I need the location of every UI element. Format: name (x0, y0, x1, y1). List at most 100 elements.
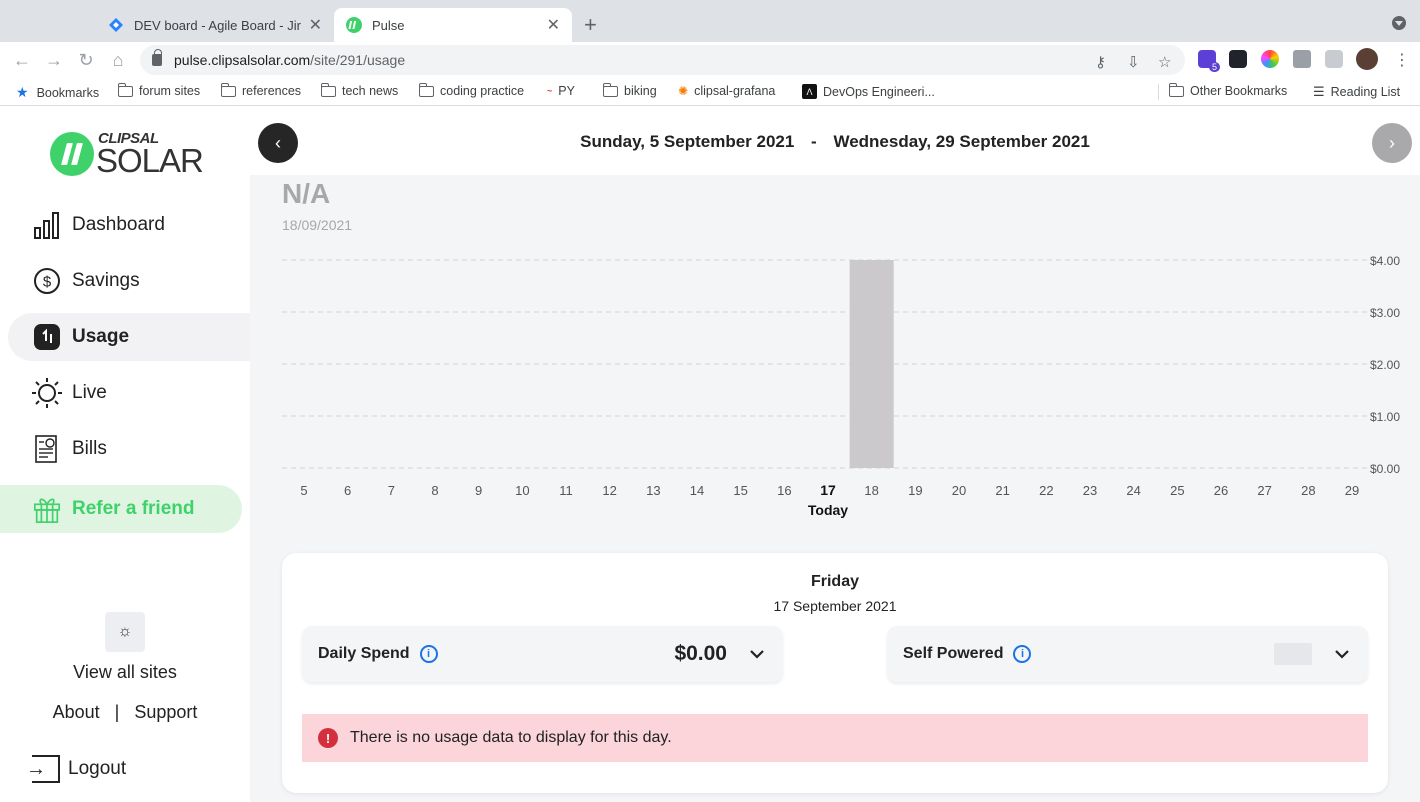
support-link[interactable]: Support (134, 702, 197, 722)
reading-list[interactable]: ☰ Reading List (1313, 84, 1400, 100)
y-tick-label: $1.00 (1370, 410, 1400, 424)
x-tick-label[interactable]: 16 (777, 483, 791, 498)
x-tick-label[interactable]: 17 (820, 482, 836, 498)
tab-search-icon[interactable] (1392, 16, 1406, 30)
sidebar-item-label: Savings (72, 270, 140, 291)
bookmark-folder[interactable]: tech news (320, 82, 398, 98)
x-tick-label[interactable]: 10 (515, 483, 529, 498)
x-tick-label[interactable]: 14 (690, 483, 704, 498)
address-bar[interactable]: pulse.clipsalsolar.com/site/291/usage ⚷ … (140, 45, 1185, 75)
bookmark-item[interactable]: ✺ clipsal-grafana (678, 84, 775, 98)
folder-icon (320, 82, 336, 97)
bookmark-label: forum sites (139, 84, 201, 98)
color-picker-icon[interactable] (1261, 50, 1279, 68)
chevron-down-icon[interactable] (1332, 644, 1352, 664)
x-tick-label[interactable]: 22 (1039, 483, 1053, 498)
avatar[interactable] (1356, 48, 1378, 70)
next-period-button[interactable]: › (1372, 123, 1412, 163)
clipsal-solar-logo[interactable]: CLIPSAL SOLAR (50, 130, 204, 179)
x-tick-label[interactable]: 13 (646, 483, 660, 498)
bookmark-folder[interactable]: biking (602, 82, 657, 98)
x-tick-label[interactable]: 23 (1083, 483, 1097, 498)
chart-bar[interactable] (849, 260, 894, 468)
logout-button[interactable]: Logout (26, 755, 126, 783)
theme-toggle-icon[interactable]: ☼ (105, 612, 145, 652)
extension-icon[interactable]: 5 (1198, 50, 1220, 72)
bookmark-item[interactable]: Λ DevOps Engineeri... (802, 84, 935, 99)
self-powered-panel[interactable]: Self Powered i (887, 626, 1368, 682)
no-data-alert: ! There is no usage data to display for … (302, 714, 1368, 762)
bookmark-label: Reading List (1330, 85, 1401, 99)
x-tick-label[interactable]: 12 (602, 483, 616, 498)
x-tick-label[interactable]: 19 (908, 483, 922, 498)
x-tick-label[interactable]: 6 (344, 483, 351, 498)
sidebar-item-bills[interactable]: Bills (8, 425, 250, 473)
sidebar-item-live[interactable]: Live (8, 369, 250, 417)
star-icon[interactable]: ☆ (1158, 53, 1171, 71)
puzzle-icon[interactable] (1293, 50, 1311, 68)
daily-spend-panel[interactable]: Daily Spend i $0.00 (302, 626, 783, 682)
bookmark-folder[interactable]: forum sites (117, 82, 201, 98)
x-tick-label[interactable]: 27 (1257, 483, 1271, 498)
y-tick-label: $4.00 (1370, 254, 1400, 268)
sidebar-item-dashboard[interactable]: Dashboard (8, 201, 250, 249)
bookmark-label: clipsal-grafana (694, 84, 776, 98)
back-icon[interactable]: ← (12, 50, 32, 71)
info-icon[interactable]: i (419, 645, 438, 663)
info-icon[interactable]: i (1013, 645, 1032, 663)
tab-jira[interactable]: DEV board - Agile Board - Jira ✕ (96, 8, 334, 42)
about-link[interactable]: About (53, 702, 100, 722)
sidebar-item-usage[interactable]: Usage (8, 313, 250, 361)
sidebar-item-label: Bills (72, 438, 107, 459)
folder-icon (418, 82, 434, 97)
daily-spend-label: Daily Spend (318, 645, 410, 662)
view-all-sites-link[interactable]: View all sites (0, 662, 250, 683)
x-tick-label[interactable]: 26 (1214, 483, 1228, 498)
x-tick-label[interactable]: 28 (1301, 483, 1315, 498)
self-powered-label: Self Powered (903, 645, 1004, 662)
x-tick-label[interactable]: 11 (559, 483, 573, 498)
close-icon[interactable]: ✕ (309, 15, 322, 35)
x-tick-label[interactable]: 25 (1170, 483, 1184, 498)
x-tick-label[interactable]: 7 (388, 483, 395, 498)
bookmark-label: coding practice (440, 84, 525, 98)
reload-icon[interactable]: ↻ (76, 50, 96, 71)
day-detail-card: Friday 17 September 2021 Daily Spend i $… (282, 553, 1388, 793)
browser-tab-bar: DEV board - Agile Board - Jira ✕ Pulse ✕… (0, 0, 1420, 42)
x-tick-label[interactable]: 24 (1126, 483, 1140, 498)
usage-bar-chart: $0.00 $1.00 $2.00 $3.00 $4.00 5 6 7 8 9 10 11 12 13 14… (282, 254, 1400, 518)
key-icon[interactable]: ⚷ (1095, 53, 1106, 71)
x-tick-label[interactable]: 5 (300, 483, 307, 498)
tab-pulse[interactable]: Pulse ✕ (334, 8, 572, 42)
main-content: ‹ Sunday, 5 September 2021 - Wednesday, … (250, 110, 1420, 802)
bookmark-item[interactable]: ~ PY (547, 84, 575, 98)
x-tick-label[interactable]: 20 (952, 483, 966, 498)
close-icon[interactable]: ✕ (547, 15, 560, 35)
bookmark-folder[interactable]: coding practice (418, 82, 525, 98)
star-icon: ★ (16, 84, 29, 100)
media-icon[interactable] (1325, 50, 1343, 68)
x-tick-label[interactable]: 29 (1345, 483, 1359, 498)
date-range-text: Sunday, 5 September 2021 - Wednesday, 29… (250, 132, 1420, 152)
install-icon[interactable]: ⇩ (1127, 53, 1140, 71)
bookmark-folder[interactable]: references (220, 82, 302, 98)
forward-icon[interactable]: → (44, 50, 64, 71)
bookmark-item[interactable]: ★ Bookmarks (16, 84, 99, 101)
x-tick-label[interactable]: 21 (995, 483, 1009, 498)
x-tick-label[interactable]: 9 (475, 483, 482, 498)
new-tab-icon[interactable]: + (584, 12, 597, 38)
x-tick-label[interactable]: 15 (733, 483, 747, 498)
lock-icon[interactable] (152, 49, 162, 66)
chevron-right-icon: › (1389, 132, 1395, 153)
bookmark-folder[interactable]: Other Bookmarks (1168, 82, 1287, 98)
x-tick-label[interactable]: 18 (864, 483, 878, 498)
react-devtools-icon[interactable] (1229, 50, 1247, 68)
sidebar-item-refer-a-friend[interactable]: Refer a friend (0, 485, 242, 533)
home-icon[interactable]: ⌂ (108, 50, 128, 71)
chevron-down-icon[interactable] (747, 644, 767, 664)
x-tick-label[interactable]: 8 (431, 483, 438, 498)
more-icon[interactable]: ⋮ (1394, 50, 1410, 70)
sidebar-item-savings[interactable]: $ Savings (8, 257, 250, 305)
svg-text:$: $ (43, 274, 52, 291)
bookmark-label: references (242, 84, 302, 98)
